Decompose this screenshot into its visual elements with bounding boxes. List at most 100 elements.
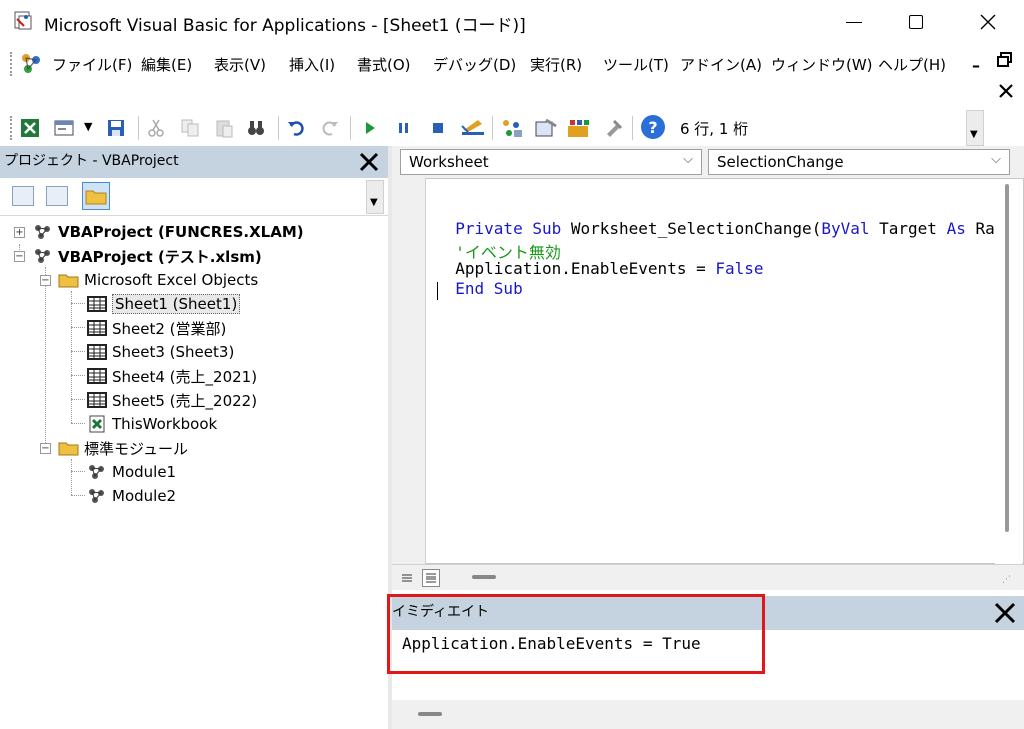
find-icon[interactable] <box>246 118 266 138</box>
object-browser-icon[interactable] <box>566 118 592 138</box>
pause-icon[interactable] <box>394 118 414 138</box>
tree-item-label: Sheet2 (営業部) <box>112 319 227 338</box>
maximize-button[interactable] <box>886 0 946 44</box>
tree-expand-button[interactable]: + <box>14 227 25 238</box>
cursor-position-status: 6 行, 1 桁 <box>680 120 749 138</box>
svg-text:?: ? <box>648 118 657 137</box>
child-restore-icon[interactable] <box>997 52 1013 68</box>
undo-icon[interactable] <box>286 118 306 138</box>
close-button[interactable] <box>958 0 1018 44</box>
horizontal-scrollbar-thumb[interactable] <box>418 712 442 716</box>
tree-collapse-button[interactable]: − <box>40 275 51 286</box>
toolbox-icon[interactable] <box>604 118 624 138</box>
tree-line <box>71 291 72 423</box>
menu-tools[interactable]: ツール(T) <box>603 54 669 75</box>
minimize-icon <box>846 21 862 23</box>
design-mode-icon[interactable] <box>460 118 486 138</box>
vba-app-icon <box>14 11 32 30</box>
vba-module-icon[interactable] <box>18 52 44 76</box>
project-explorer-icon[interactable] <box>500 118 524 138</box>
code-keyword: False <box>715 259 764 278</box>
insert-userform-icon[interactable] <box>54 118 74 138</box>
run-icon[interactable] <box>360 118 380 138</box>
procedure-combo[interactable]: SelectionChange ⌵ <box>708 149 1010 175</box>
paste-icon[interactable] <box>214 118 234 138</box>
cut-icon[interactable] <box>146 118 166 138</box>
title-bar: Microsoft Visual Basic for Applications … <box>0 0 1024 44</box>
code-line-4[interactable]: End Sub <box>436 260 522 298</box>
view-code-button[interactable] <box>12 186 34 206</box>
menu-view[interactable]: 表示(V) <box>214 54 266 75</box>
tree-item-label: Sheet5 (売上_2022) <box>112 391 258 410</box>
toolbar-overflow-button[interactable]: ▼ <box>966 110 984 146</box>
tree-item-thisworkbook[interactable]: ThisWorkbook <box>86 412 217 436</box>
tree-item-module2[interactable]: Module2 <box>86 484 176 508</box>
project-toolbar-overflow[interactable]: ▼ <box>366 180 384 214</box>
tree-item-excel-objects-folder[interactable]: Microsoft Excel Objects <box>58 268 258 292</box>
tree-collapse-button[interactable]: − <box>40 443 51 454</box>
redo-icon[interactable] <box>320 118 340 138</box>
save-icon[interactable] <box>106 118 126 138</box>
menu-edit[interactable]: 編集(E) <box>141 54 192 75</box>
worksheet-icon <box>87 296 107 312</box>
immediate-text[interactable]: Application.EnableEvents = True <box>402 634 701 653</box>
scrollbar-thumb[interactable] <box>1005 184 1009 532</box>
tree-item-sheet4[interactable]: Sheet4 (売上_2021) <box>86 364 257 388</box>
menu-addins[interactable]: アドイン(A) <box>680 54 762 75</box>
menu-debug[interactable]: デバッグ(D) <box>433 54 516 75</box>
tree-item-label: VBAProject (FUNCRES.XLAM) <box>58 223 304 241</box>
code-combo-bar: Worksheet ⌵ SelectionChange ⌵ <box>392 146 1024 178</box>
minimize-button[interactable] <box>824 0 884 44</box>
project-pane-header: プロジェクト - VBAProject <box>0 146 388 178</box>
full-module-view-button[interactable] <box>422 569 440 587</box>
copy-icon[interactable] <box>180 118 200 138</box>
properties-window-icon[interactable] <box>534 118 558 138</box>
tree-item-sheet2[interactable]: Sheet2 (営業部) <box>86 316 226 340</box>
tree-collapse-button[interactable]: − <box>14 251 25 262</box>
tree-item-modules-folder[interactable]: 標準モジュール <box>58 436 188 460</box>
object-combo[interactable]: Worksheet ⌵ <box>400 149 702 175</box>
menu-run[interactable]: 実行(R) <box>530 54 582 75</box>
tree-item-sheet3[interactable]: Sheet3 (Sheet3) <box>86 340 234 364</box>
workbook-icon <box>89 415 105 433</box>
tree-item-module1[interactable]: Module1 <box>86 460 176 484</box>
project-pane-close-button[interactable] <box>354 147 384 177</box>
tree-item-sheet5[interactable]: Sheet5 (売上_2022) <box>86 388 257 412</box>
view-object-button[interactable] <box>46 186 68 206</box>
tree-item-funcres-project[interactable]: VBAProject (FUNCRES.XLAM) <box>32 220 304 244</box>
tree-line <box>71 351 85 352</box>
excel-view-icon[interactable] <box>20 118 40 138</box>
stop-icon[interactable] <box>428 118 448 138</box>
horizontal-scrollbar-thumb[interactable] <box>472 575 496 579</box>
procedure-view-icon <box>402 574 412 582</box>
child-minimize-button[interactable]: – <box>972 56 980 75</box>
code-vertical-scrollbar[interactable] <box>995 180 1022 564</box>
immediate-scrollbar[interactable] <box>392 700 1024 729</box>
menu-help[interactable]: ヘルプ(H) <box>878 54 946 75</box>
procedure-combo-value: SelectionChange <box>717 153 844 171</box>
tree-item-test-project[interactable]: VBAProject (テスト.xlsm) <box>32 244 262 268</box>
code-keyword: ByVal <box>821 219 870 238</box>
toolbar-grip[interactable] <box>10 116 13 140</box>
child-close-icon[interactable] <box>999 84 1013 98</box>
close-icon <box>359 152 379 172</box>
code-line-1[interactable]: Private Sub Worksheet_SelectionChange(By… <box>436 200 994 238</box>
procedure-view-button[interactable] <box>398 569 416 587</box>
immediate-pane-close-button[interactable] <box>990 598 1020 628</box>
help-icon[interactable]: ? <box>640 114 666 140</box>
tree-item-label: Sheet3 (Sheet3) <box>112 343 235 361</box>
menu-format[interactable]: 書式(O) <box>357 54 411 75</box>
resize-grip-icon[interactable]: ⋰ <box>1002 575 1014 587</box>
menu-insert[interactable]: 挿入(I) <box>289 54 335 75</box>
tree-item-sheet1[interactable]: Sheet1 (Sheet1) <box>86 292 241 316</box>
dropdown-arrow-icon[interactable]: ▼ <box>84 120 92 133</box>
code-margin[interactable] <box>392 178 426 564</box>
menu-file[interactable]: ファイル(F) <box>52 54 132 75</box>
menu-grip[interactable] <box>10 52 13 76</box>
toggle-folders-button[interactable] <box>82 182 110 210</box>
project-tree: + − − − VBAProject (FUNCRES.XLAM) VBAPro… <box>0 218 388 729</box>
code-line-2[interactable]: 'イベント無効 <box>436 220 561 262</box>
code-line-3[interactable]: Application.EnableEvents = False <box>436 240 763 278</box>
menu-window[interactable]: ウィンドウ(W) <box>771 54 873 75</box>
chevron-down-icon: ⌵ <box>991 152 1001 167</box>
